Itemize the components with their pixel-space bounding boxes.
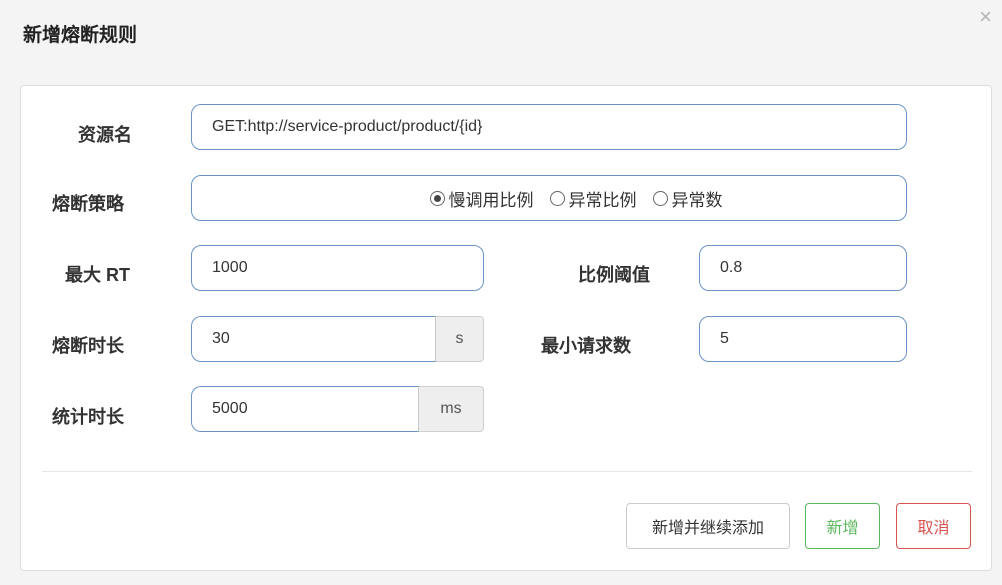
strategy-option-error-count[interactable]: 异常数: [652, 186, 723, 211]
radio-checked-icon: [429, 190, 445, 206]
stat-duration-input[interactable]: [191, 386, 419, 432]
break-duration-unit: s: [436, 316, 484, 362]
strategy-option-label: 异常数: [671, 190, 723, 210]
min-requests-input[interactable]: [699, 316, 907, 362]
dialog-title: 新增熔断规则: [23, 25, 138, 46]
break-duration-input[interactable]: [191, 316, 436, 362]
max-rt-input[interactable]: [191, 245, 484, 291]
strategy-option-label: 异常比例: [568, 190, 637, 210]
resource-name-input[interactable]: [191, 104, 907, 150]
break-duration-label: 熔断时长: [52, 336, 124, 356]
add-and-continue-button[interactable]: 新增并继续添加: [626, 503, 790, 549]
stat-duration-unit: ms: [419, 386, 484, 432]
ratio-threshold-label: 比例阈值: [578, 265, 650, 285]
add-button[interactable]: 新增: [805, 503, 880, 549]
max-rt-label: 最大 RT: [65, 265, 130, 285]
resource-name-label: 资源名: [78, 125, 132, 145]
ratio-threshold-input[interactable]: [699, 245, 907, 291]
stat-duration-label: 统计时长: [52, 407, 124, 427]
cancel-button[interactable]: 取消: [896, 503, 971, 549]
radio-unchecked-icon: [652, 190, 668, 206]
strategy-option-label: 慢调用比例: [448, 190, 534, 210]
add-circuit-breaker-dialog: 新增熔断规则 × 资源名 熔断策略 慢调用比例 异常比例 异常数 最大 RT 比…: [0, 0, 1002, 585]
strategy-option-error-ratio[interactable]: 异常比例: [549, 186, 637, 211]
strategy-label: 熔断策略: [52, 194, 124, 214]
close-icon[interactable]: ×: [979, 6, 992, 28]
footer-divider: [42, 471, 972, 472]
strategy-option-slow-ratio[interactable]: 慢调用比例: [429, 186, 534, 211]
form-panel: 资源名 熔断策略 慢调用比例 异常比例 异常数 最大 RT 比例阈值 熔断时长: [20, 85, 992, 571]
radio-unchecked-icon: [549, 190, 565, 206]
strategy-radio-group: 慢调用比例 异常比例 异常数: [191, 175, 907, 221]
min-requests-label: 最小请求数: [541, 336, 631, 356]
